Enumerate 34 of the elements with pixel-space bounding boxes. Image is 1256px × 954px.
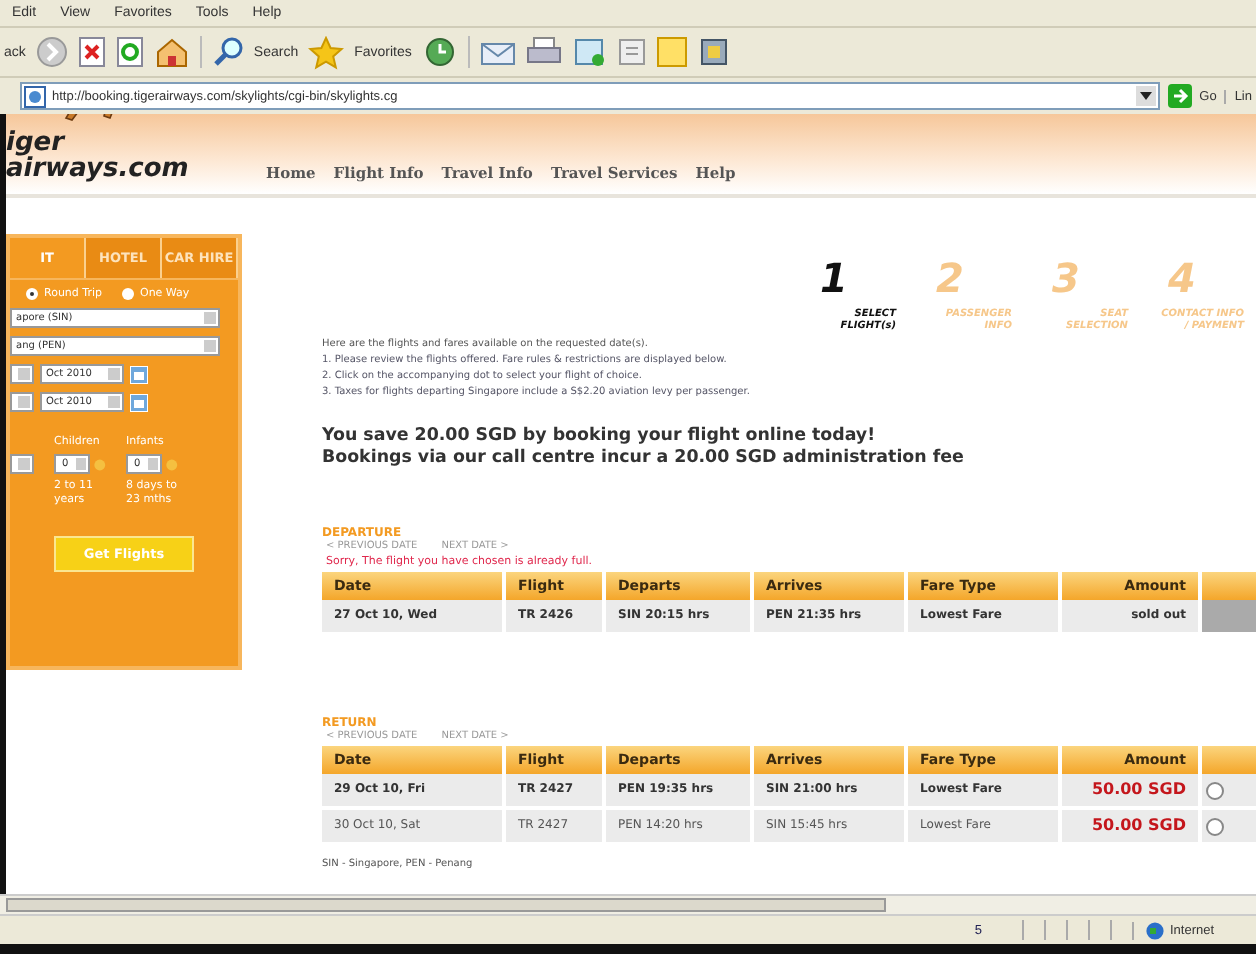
forward-icon[interactable] bbox=[35, 36, 68, 68]
edit-icon[interactable] bbox=[571, 36, 608, 68]
logo-text[interactable]: iger bbox=[6, 130, 242, 156]
dropdown-arrow-icon[interactable] bbox=[1135, 86, 1156, 106]
calendar-icon[interactable] bbox=[130, 393, 148, 411]
stop-icon[interactable] bbox=[77, 36, 106, 68]
logo-text[interactable]: airways.com bbox=[6, 156, 242, 182]
go-arrow-icon[interactable] bbox=[1167, 84, 1192, 108]
horizontal-scrollbar[interactable] bbox=[0, 894, 1256, 914]
promo-text: Bookings via our call centre incur a 20.00 SGD administration fee bbox=[322, 448, 966, 470]
day-select[interactable] bbox=[10, 392, 34, 412]
table-cell: 50.00 SGD bbox=[1062, 810, 1202, 846]
toolbar-icon[interactable] bbox=[697, 36, 730, 68]
history-icon[interactable] bbox=[421, 36, 458, 68]
refresh-icon[interactable] bbox=[115, 36, 144, 68]
calendar-icon[interactable] bbox=[130, 365, 148, 383]
star-icon[interactable] bbox=[308, 35, 345, 69]
document-icon[interactable] bbox=[617, 36, 646, 68]
radio-button[interactable] bbox=[121, 288, 134, 300]
promo-text: You save 20.00 SGD by booking your flight online today! bbox=[322, 426, 878, 448]
note-icon[interactable] bbox=[655, 36, 688, 68]
day-select[interactable] bbox=[10, 364, 34, 384]
home-icon[interactable] bbox=[153, 36, 190, 68]
step-number: 3 bbox=[1052, 258, 1080, 298]
page-icon bbox=[24, 85, 46, 107]
adults-select[interactable] bbox=[10, 454, 34, 474]
radio-button[interactable] bbox=[26, 288, 38, 300]
step-number: 4 bbox=[1168, 258, 1196, 298]
table-cell: 50.00 SGD bbox=[1062, 774, 1202, 810]
globe-icon bbox=[1146, 921, 1164, 939]
search-icon[interactable] bbox=[211, 36, 244, 68]
printer-icon[interactable] bbox=[525, 36, 562, 68]
step-number: 2 bbox=[936, 258, 964, 298]
step-number: 1 bbox=[820, 258, 848, 298]
